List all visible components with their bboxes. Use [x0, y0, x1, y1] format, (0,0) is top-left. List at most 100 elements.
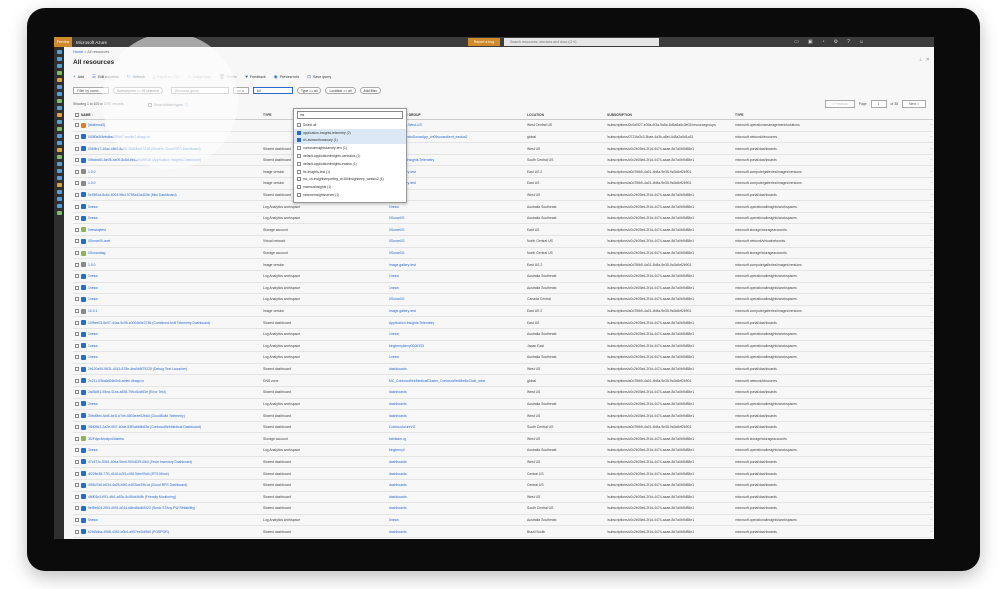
resource-group-link[interactable]: dashboards: [389, 414, 527, 418]
resource-name-link[interactable]: 47c572c-5361-40ea-9be6-900d22910b0 (Test…: [88, 460, 192, 464]
nav-item-icon[interactable]: [56, 183, 62, 187]
dropdown-option[interactable]: mc_ch-insightsreporting_ch160insightsrep…: [294, 176, 406, 184]
table-row[interactable]: 4f55d7d0-b634-4a28-b9f0-e4f15ce29b1d (Cl…: [73, 480, 933, 492]
row-checkbox[interactable]: [75, 436, 79, 441]
row-more-button[interactable]: ···: [915, 216, 933, 220]
row-more-button[interactable]: ···: [915, 460, 933, 464]
resource-name-link[interactable]: 1nesw: [88, 297, 98, 301]
subscription-filter-pill[interactable]: Subscription == 29 selected: [113, 87, 163, 94]
row-checkbox[interactable]: [75, 274, 79, 279]
table-row[interactable]: 0Sonardiag Storage account 0Sonar0G North C…: [73, 248, 933, 260]
row-checkbox[interactable]: [75, 285, 79, 290]
row-checkbox[interactable]: [75, 320, 79, 325]
resource-name-link[interactable]: 1nesw: [88, 355, 98, 359]
resource-name-link[interactable]: 1nesw: [88, 274, 98, 278]
resource-name-link[interactable]: 2nesw: [88, 402, 98, 406]
table-row[interactable]: 10.0.1 Image version image-gallery-test Eas…: [73, 306, 933, 318]
resource-group-link[interactable]: kingberrykinvy0000333: [389, 344, 527, 348]
row-checkbox[interactable]: [75, 192, 79, 197]
row-checkbox[interactable]: [75, 309, 79, 314]
nav-item-icon[interactable]: [56, 169, 62, 173]
table-row[interactable]: 3f6f09d2-2a2e-4f07-b0de-53f0a6b5b83a (Co…: [73, 422, 933, 434]
row-more-button[interactable]: ···: [915, 402, 933, 406]
resource-group-link[interactable]: 0Sonar0G: [389, 297, 527, 301]
table-row[interactable]: 00b9b17-10ac-4bb7-8a5b-3666fbe5723B (Mod…: [73, 143, 933, 155]
resource-name-link[interactable]: 2c211-53ba6d0db0c6-amen.dbapp.io: [88, 379, 144, 383]
show-hidden-checkbox[interactable]: [148, 102, 152, 107]
resource-group-link[interactable]: image-gallery-test: [389, 181, 527, 185]
breadcrumb-home[interactable]: Home: [73, 50, 83, 54]
command-preview-info-button[interactable]: ◉ Preview info: [274, 73, 306, 81]
option-checkbox[interactable]: [297, 130, 301, 135]
resource-group-link[interactable]: dashboards: [389, 530, 527, 534]
resource-name-link[interactable]: 1nesw: [88, 286, 98, 290]
resource-name-link[interactable]: 0nesw: [88, 216, 98, 220]
nav-item-icon[interactable]: [56, 127, 62, 131]
row-checkbox[interactable]: [75, 367, 79, 372]
resource-group-link[interactable]: dashboards: [389, 472, 527, 476]
column-subscription[interactable]: SUBSCRIPTION: [607, 113, 735, 117]
resource-group-link[interactable]: ContosoAzureVG: [389, 425, 527, 429]
row-more-button[interactable]: ···: [915, 309, 933, 313]
dropdown-option[interactable]: netcoreinsightsserver (1): [294, 191, 406, 199]
row-more-button[interactable]: ···: [915, 506, 933, 510]
resource-group-link[interactable]: image-gallery-test: [389, 170, 527, 174]
dropdown-option[interactable]: ch-asimonitorcanary (1): [294, 136, 406, 145]
resource-name-link[interactable]: 1nesw: [88, 332, 98, 336]
row-checkbox[interactable]: [75, 483, 79, 488]
table-row[interactable]: 00bcbd51-6e05-4e09-8c8d-bb1c50d5f7c0 (Ap…: [73, 155, 933, 167]
nav-item-icon[interactable]: [56, 141, 62, 145]
table-row[interactable]: 5ef5e603-2f53-4091-b034-b8ed8cdb5023 (So…: [73, 503, 933, 515]
row-more-button[interactable]: ···: [915, 205, 933, 209]
option-checkbox[interactable]: [297, 193, 301, 198]
row-checkbox[interactable]: [75, 401, 79, 406]
row-checkbox[interactable]: [75, 529, 79, 534]
resource-name-link[interactable]: 3nesw: [88, 448, 98, 452]
help-icon[interactable]: ?: [847, 38, 850, 46]
resource-name-link[interactable]: 62fd3dba-4958-4352-b0b4-a957ee1bf560 (PO…: [88, 530, 169, 534]
table-row[interactable]: 62fd3dba-4958-4352-b0b4-a957ee1bf560 (PO…: [73, 526, 933, 538]
row-checkbox[interactable]: [75, 134, 79, 139]
table-row[interactable]: 0newsqltest Storage account 0Sonar0G East U…: [73, 224, 933, 237]
dropdown-option[interactable]: contosoinsightscanary-env (1): [294, 144, 406, 152]
dropdown-option[interactable]: default-applicationinsights-centralus (1…: [294, 152, 406, 160]
dropdown-option[interactable]: ftx-insights-test (1): [294, 168, 406, 176]
directory-icon[interactable]: ▣: [808, 38, 813, 46]
nav-item-icon[interactable]: [56, 106, 62, 110]
row-more-button[interactable]: ···: [915, 472, 933, 476]
command-add-button[interactable]: + Add: [73, 73, 90, 81]
resource-group-link[interactable]: 1nesw: [389, 274, 527, 278]
row-more-button[interactable]: ···: [915, 437, 933, 441]
row-more-button[interactable]: ···: [915, 483, 933, 487]
resource-name-link[interactable]: 1.0.0: [88, 170, 96, 174]
resource-group-link[interactable]: MC_Ch-ChecksSonarApp_ch09sonarclient_eas…: [389, 135, 527, 139]
row-checkbox[interactable]: [75, 378, 79, 383]
resource-name-link[interactable]: 00bcbd51-6e05-4e09-8c8d-bb1c50d5f7c0 (Ap…: [88, 158, 201, 162]
option-checkbox[interactable]: [297, 185, 301, 190]
resource-group-link[interactable]: 0nesw: [389, 205, 527, 209]
command-delete-button[interactable]: 🗑 Delete: [219, 73, 243, 81]
table-row[interactable]: 2a05d91-95ea-41ea-a555-79fcd1dd53e (Erro…: [73, 387, 933, 399]
row-more-button[interactable]: ···: [915, 355, 933, 359]
resource-group-link[interactable]: Application-Insights-Telemetry: [389, 321, 527, 325]
nav-item-icon[interactable]: [56, 204, 62, 208]
row-checkbox[interactable]: [75, 216, 79, 221]
table-row[interactable]: 5nesw Log Analytics workspace 5nesw Austral…: [73, 515, 933, 527]
resource-group-link[interactable]: image-gallery-test: [389, 309, 527, 313]
resource-name-link[interactable]: 3f2Fdyn4esxtpxt3dsitha: [88, 437, 124, 441]
nav-item-icon[interactable]: [56, 176, 62, 180]
row-more-button[interactable]: ···: [915, 379, 933, 383]
resource-group-link[interactable]: 1nesw: [389, 355, 527, 359]
resource-name-link[interactable]: 2a05d91-95ea-41ea-a555-79fcd1dd53e (Erro…: [88, 390, 166, 394]
nav-item-icon[interactable]: [56, 148, 62, 152]
terminal-icon[interactable]: ▭: [794, 38, 799, 46]
row-checkbox[interactable]: [75, 262, 79, 267]
resource-name-link[interactable]: 00b9b17-10ac-4bb7-8a5b-3666fbe5723B (Mod…: [88, 147, 201, 151]
dropdown-option[interactable]: mwesusinsights (1): [294, 183, 406, 191]
nav-item-icon[interactable]: [56, 57, 62, 61]
column-location[interactable]: LOCATION: [527, 113, 607, 117]
row-more-button[interactable]: ···: [915, 344, 933, 348]
row-checkbox[interactable]: [75, 506, 79, 511]
resource-name-link[interactable]: 2b120a90-9631-4415-878e-4ea0b5f79225 (De…: [88, 367, 187, 371]
command-refresh-button[interactable]: ↻ Refresh: [127, 73, 151, 81]
